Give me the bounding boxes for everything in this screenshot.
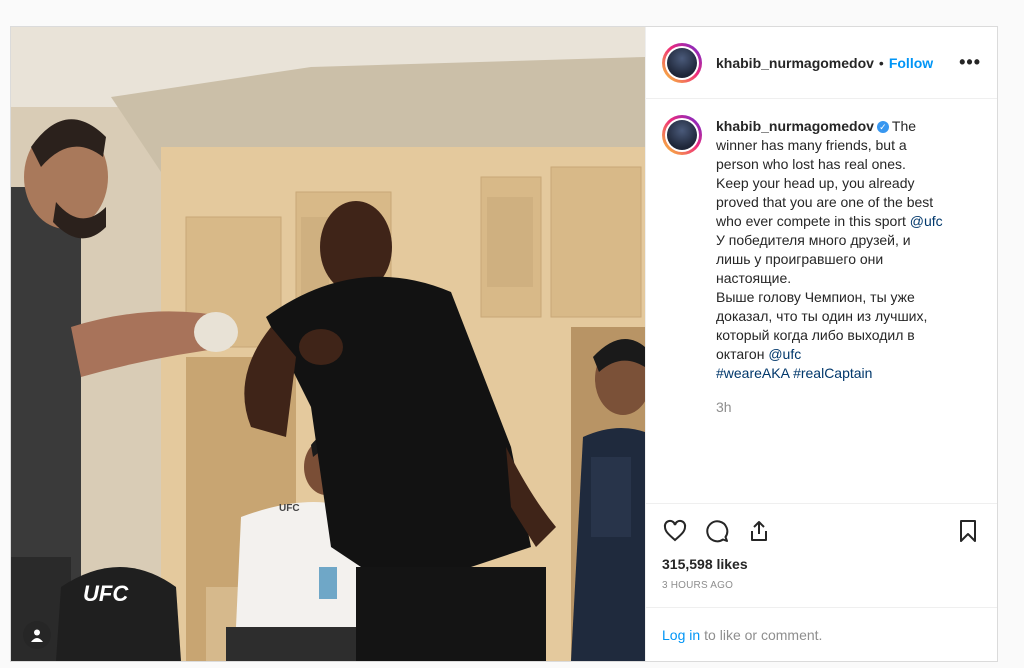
login-link[interactable]: Log in bbox=[662, 627, 700, 643]
mention-link[interactable]: @ufc bbox=[768, 346, 801, 362]
verified-badge-icon: ✓ bbox=[876, 121, 889, 134]
share-icon[interactable] bbox=[746, 518, 772, 544]
shirt-logo-text: UFC bbox=[279, 503, 300, 514]
hashtag-link[interactable]: #realCaptain bbox=[793, 365, 872, 381]
post-side-panel: khabib_nurmagomedov • Follow ••• khabib_… bbox=[645, 27, 997, 661]
locker-room-scene: UFC UFC bbox=[11, 27, 645, 661]
comment-prompt: to like or comment. bbox=[704, 626, 823, 643]
posted-time: 3 HOURS AGO bbox=[662, 580, 734, 591]
hashtag-link[interactable]: #weareAKA bbox=[716, 365, 789, 381]
post-actions: 315,598 likes 3 HOURS AGO bbox=[646, 503, 997, 591]
person-icon bbox=[31, 629, 43, 642]
user-tag-icon[interactable] bbox=[23, 621, 51, 649]
post-header: khabib_nurmagomedov • Follow ••• bbox=[646, 27, 997, 99]
header-separator: • bbox=[878, 54, 884, 71]
caption-text: khabib_nurmagomedov ✓ The winner has many … bbox=[716, 118, 943, 381]
caption-username[interactable]: khabib_nurmagomedov bbox=[716, 118, 874, 134]
header-username[interactable]: khabib_nurmagomedov bbox=[716, 55, 874, 71]
chair-logo-text: UFC bbox=[83, 581, 129, 606]
follow-button[interactable]: Follow bbox=[889, 55, 933, 71]
caption-avatar[interactable] bbox=[662, 115, 702, 155]
action-icons bbox=[662, 514, 981, 548]
likes-count[interactable]: 315,598 likes bbox=[662, 556, 981, 572]
comment-bar: Log in to like or comment. bbox=[646, 607, 997, 661]
avatar[interactable] bbox=[662, 42, 702, 83]
more-options-icon[interactable]: ••• bbox=[959, 52, 981, 73]
comment-icon[interactable] bbox=[704, 518, 730, 544]
bookmark-icon[interactable] bbox=[955, 518, 981, 544]
heart-icon[interactable] bbox=[662, 518, 688, 544]
caption-area: khabib_nurmagomedov ✓ The winner has many … bbox=[646, 99, 997, 435]
caption-block: khabib_nurmagomedov ✓ The winner has many … bbox=[716, 115, 978, 435]
caption-time: 3h bbox=[716, 399, 732, 415]
post-photo[interactable]: UFC UFC bbox=[11, 27, 645, 661]
mention-link[interactable]: @ufc bbox=[910, 213, 943, 229]
instagram-post: UFC UFC khabib_nurmagomedov • Follow •••… bbox=[10, 26, 998, 662]
